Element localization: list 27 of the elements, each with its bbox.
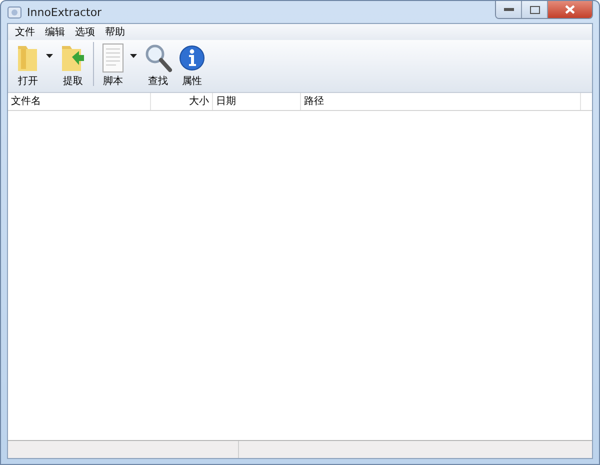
menu-item[interactable]: 编辑 <box>40 25 70 39</box>
info-icon <box>178 42 206 72</box>
toolbar-button[interactable]: 提取 <box>57 42 89 88</box>
maximize-button[interactable] <box>522 1 548 18</box>
toolbar-button[interactable]: 脚本 <box>98 42 128 88</box>
toolbar-button[interactable]: 属性 <box>175 42 209 88</box>
file-list[interactable]: 文件名 大小 日期 路径 <box>8 93 592 440</box>
column-header[interactable]: 路径 <box>301 93 581 110</box>
minimize-icon <box>504 8 514 12</box>
column-header[interactable]: 日期 <box>213 93 301 110</box>
menu-item[interactable]: 帮助 <box>100 25 130 39</box>
column-header[interactable]: 大小 <box>151 93 213 110</box>
app-icon <box>7 4 23 20</box>
caret-icon <box>46 54 53 58</box>
column-header[interactable]: 文件名 <box>8 93 151 110</box>
search-icon <box>144 42 172 72</box>
minimize-button[interactable] <box>496 1 522 18</box>
close-icon <box>565 5 575 14</box>
menu-item[interactable]: 文件 <box>10 25 40 39</box>
document-icon <box>101 42 125 72</box>
maximize-icon <box>530 6 540 14</box>
toolbar-button[interactable]: 打开 <box>12 42 44 88</box>
caret-icon <box>130 54 137 58</box>
window-title: InnoExtractor <box>27 6 103 18</box>
close-button[interactable] <box>548 1 592 18</box>
toolbar-button[interactable]: 查找 <box>141 42 175 88</box>
menu-item[interactable]: 选项 <box>70 25 100 39</box>
